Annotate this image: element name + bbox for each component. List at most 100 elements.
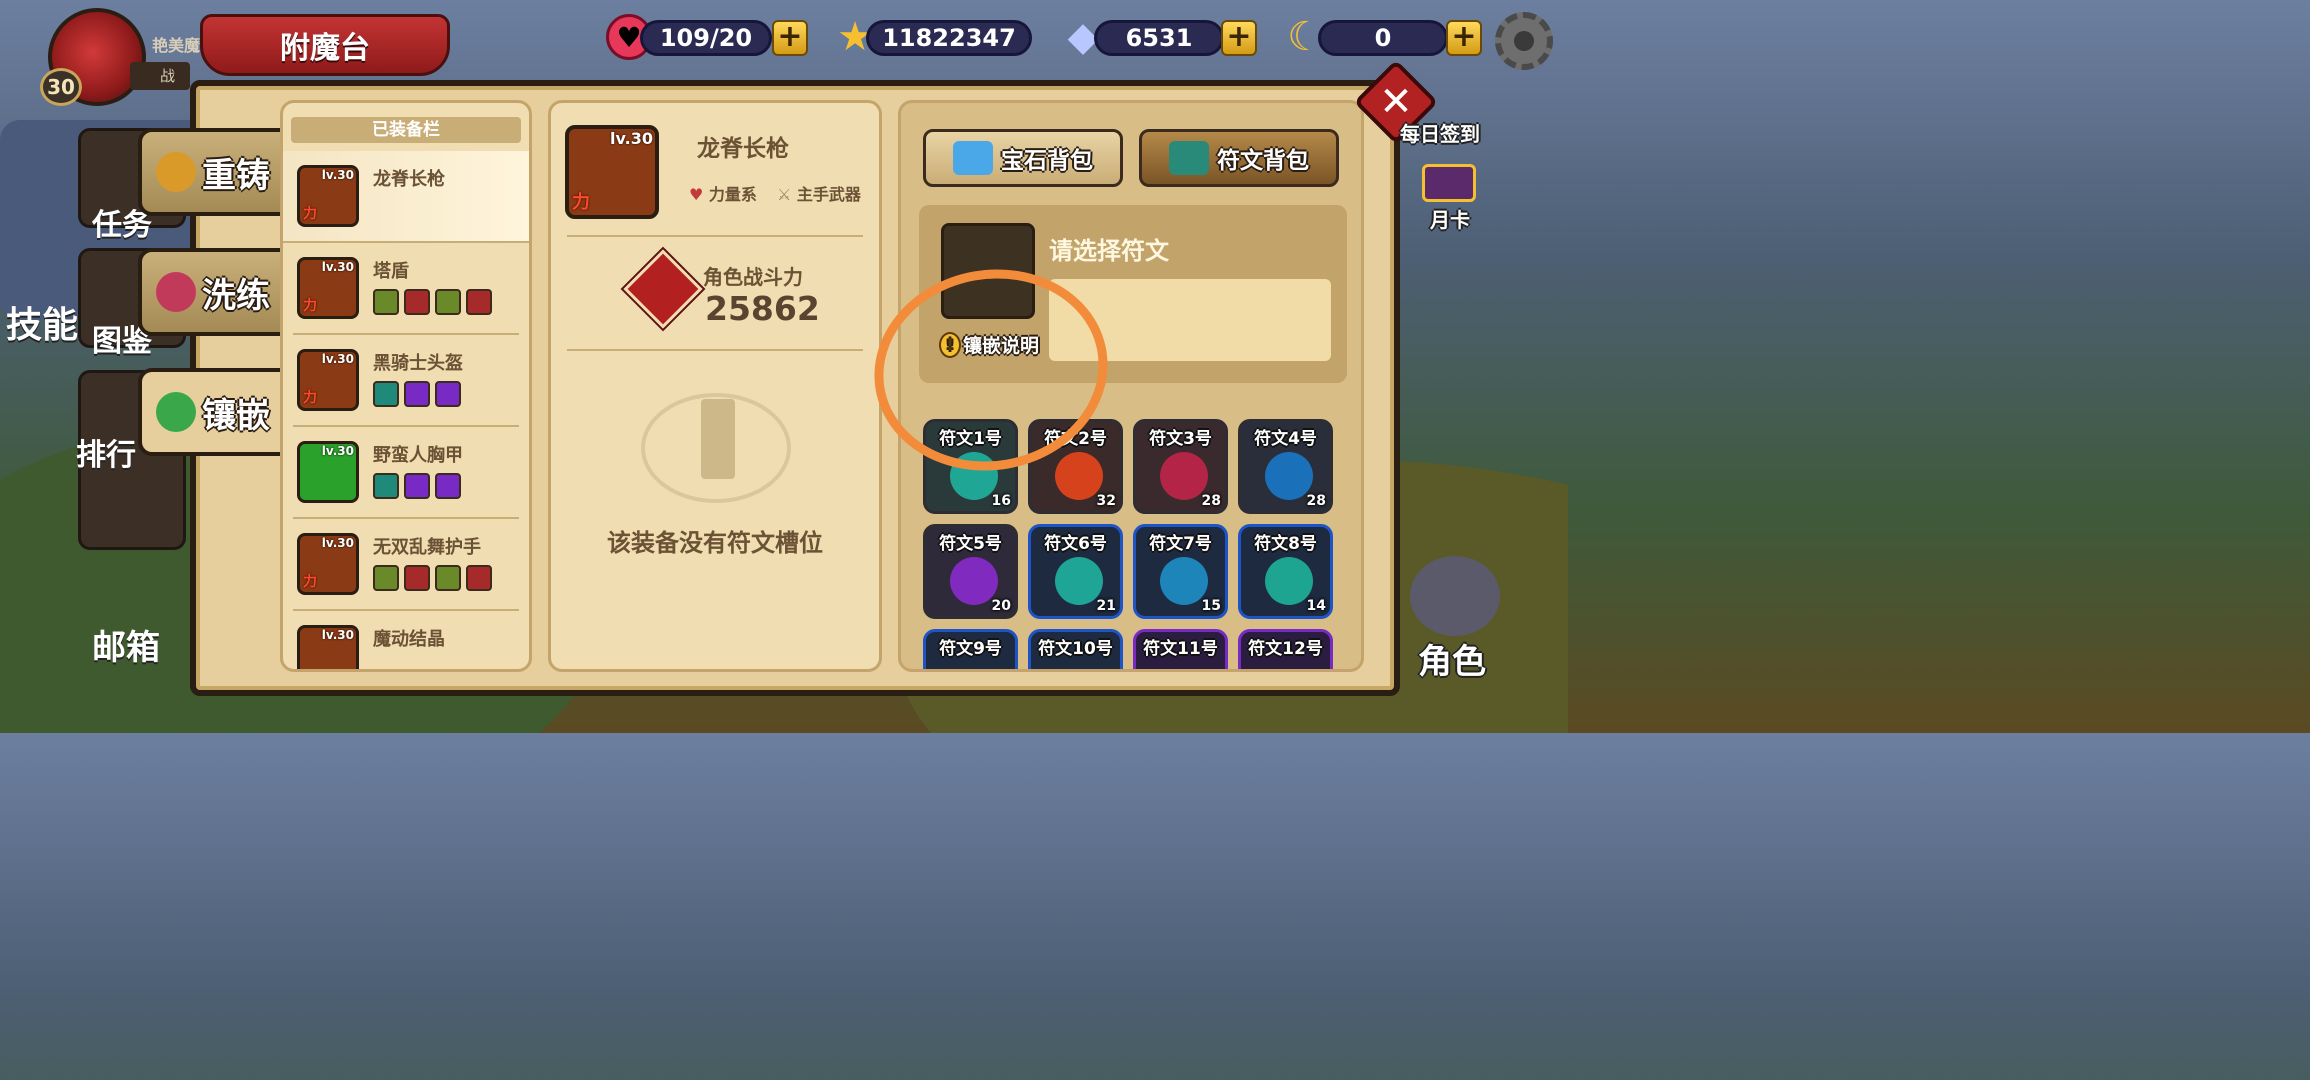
equip-item-2[interactable]: lv.30 力 黑骑士头盔	[293, 335, 519, 427]
tab-inlay[interactable]: 镶嵌	[138, 368, 292, 456]
selected-attr: 力	[572, 192, 590, 213]
equip-item-3[interactable]: lv.30 野蛮人胸甲	[293, 427, 519, 519]
character-icon[interactable]	[1410, 556, 1500, 636]
spear-icon: lv.30 力	[297, 165, 359, 227]
weapon-slot-tag: ⚔ 主手武器	[777, 181, 861, 205]
equipped-header: 已装备栏	[291, 117, 521, 143]
add-moon-button[interactable]: +	[1446, 20, 1482, 56]
gauntlet-icon: lv.30 力	[297, 533, 359, 595]
tab-refine-label: 洗练	[202, 275, 270, 316]
rune-cell-4[interactable]: 符文4号 28	[1238, 419, 1333, 514]
divider	[567, 349, 863, 351]
rune-label: 符文11号	[1143, 639, 1218, 659]
rune-count: 32	[1096, 493, 1116, 509]
character-label[interactable]: 角色	[1418, 634, 1486, 683]
rune-slot-icon	[435, 289, 461, 315]
gem-bag-label: 宝石背包	[1001, 148, 1093, 174]
tab-reforge[interactable]: 重铸	[138, 128, 288, 216]
equip-item-1[interactable]: lv.30 力 塔盾	[293, 243, 519, 335]
equip-name: 魔动结晶	[373, 629, 445, 650]
daily-signin-label[interactable]: 每日签到	[1400, 118, 1480, 147]
rune-label: 符文4号	[1254, 429, 1317, 449]
rune-cell-5[interactable]: 符文5号 20	[923, 524, 1018, 619]
rune-count: 28	[1306, 493, 1326, 509]
rune-slot-icon	[466, 289, 492, 315]
month-card-label[interactable]: 月卡	[1430, 204, 1470, 233]
rune-slot-icon	[435, 381, 461, 407]
rune-label: 符文8号	[1254, 534, 1317, 554]
combat-power-icon	[623, 249, 703, 329]
equip-item-5[interactable]: lv.30 魔动结晶	[293, 611, 519, 669]
rune-count: 16	[991, 493, 1011, 509]
diamond-counter: 6531	[1094, 20, 1224, 56]
rank-menu-label[interactable]: 排行	[76, 430, 136, 474]
chest-armor-icon: lv.30	[297, 441, 359, 503]
equip-attr: 力	[303, 298, 317, 314]
gem-icon	[953, 141, 993, 175]
equip-level: lv.30	[321, 168, 354, 182]
rune-count: 15	[1201, 598, 1221, 614]
page-title: 附魔台	[200, 14, 450, 76]
rune-bag-button[interactable]: 符文背包	[1139, 129, 1339, 187]
sword-icon: ⚔	[777, 185, 792, 204]
equip-attr: 力	[303, 390, 317, 406]
settings-gear-icon[interactable]	[1495, 12, 1553, 70]
tower-shield-icon: lv.30 力	[297, 257, 359, 319]
selected-item-name: 龙脊长枪	[697, 136, 789, 162]
rune-slot-icon	[404, 565, 430, 591]
rune-slot-row	[373, 565, 492, 591]
rune-slot-icon	[373, 565, 399, 591]
rune-slot-icon	[373, 289, 399, 315]
rune-cell-3[interactable]: 符文3号 28	[1133, 419, 1228, 514]
add-diamond-button[interactable]: +	[1221, 20, 1257, 56]
rune-icon	[1169, 141, 1209, 175]
add-stamina-button[interactable]: +	[772, 20, 808, 56]
combat-power-label: 角色战斗力	[703, 265, 803, 289]
weapon-slot-label: 主手武器	[796, 185, 861, 204]
select-rune-prompt: 请选择符文	[1049, 237, 1169, 265]
rune-slot-icon	[435, 473, 461, 499]
equip-level: lv.30	[321, 536, 354, 550]
crystal-icon: lv.30	[297, 625, 359, 669]
helmet-icon: lv.30 力	[297, 349, 359, 411]
rune-cell-10[interactable]: 符文10号	[1028, 629, 1123, 669]
skill-menu-label[interactable]: 技能	[6, 296, 78, 348]
combat-power-value: 25862	[705, 289, 820, 328]
rune-count: 20	[991, 598, 1011, 614]
divider	[567, 235, 863, 237]
tab-inlay-label: 镶嵌	[202, 395, 270, 436]
moon-counter: 0	[1318, 20, 1448, 56]
selected-level: lv.30	[610, 129, 653, 148]
rune-cell-8[interactable]: 符文8号 14	[1238, 524, 1333, 619]
rune-cell-7[interactable]: 符文7号 15	[1133, 524, 1228, 619]
combat-power: 角色战斗力 25862	[551, 249, 879, 337]
rune-label: 符文5号	[939, 534, 1002, 554]
rune-slot-icon	[404, 473, 430, 499]
rune-slot-row	[373, 289, 492, 315]
stamina-counter: 109/20	[640, 20, 772, 56]
rune-label: 符文10号	[1038, 639, 1113, 659]
spear-icon: lv.30 力	[565, 125, 659, 219]
rune-slot-icon	[435, 565, 461, 591]
rune-cell-6[interactable]: 符文6号 21	[1028, 524, 1123, 619]
month-card-icon[interactable]	[1422, 164, 1476, 202]
equip-name: 龙脊长枪	[373, 169, 445, 190]
equip-item-0[interactable]: lv.30 力 龙脊长枪	[283, 151, 529, 243]
gem-bag-button[interactable]: 宝石背包	[923, 129, 1123, 187]
tab-refine[interactable]: 洗练	[138, 248, 288, 336]
rune-count: 14	[1306, 598, 1326, 614]
rune-label: 符文6号	[1044, 534, 1107, 554]
rune-cell-12[interactable]: 符文12号	[1238, 629, 1333, 669]
rune-cell-11[interactable]: 符文11号	[1133, 629, 1228, 669]
equip-level: lv.30	[321, 444, 354, 458]
mail-menu-label[interactable]: 邮箱	[92, 620, 160, 669]
equipment-detail: lv.30 力 龙脊长枪 ♥ 力量系 ⚔ 主手武器 角色战斗力 25862 该装…	[548, 100, 882, 672]
refine-icon	[156, 272, 196, 312]
rune-slot-row	[373, 381, 461, 407]
rune-label: 符文7号	[1149, 534, 1212, 554]
rune-label: 符文9号	[939, 639, 1002, 659]
strength-tag: ♥ 力量系	[689, 181, 757, 205]
rune-slot-icon	[466, 565, 492, 591]
rune-cell-9[interactable]: 符文9号	[923, 629, 1018, 669]
equip-item-4[interactable]: lv.30 力 无双乱舞护手	[293, 519, 519, 611]
